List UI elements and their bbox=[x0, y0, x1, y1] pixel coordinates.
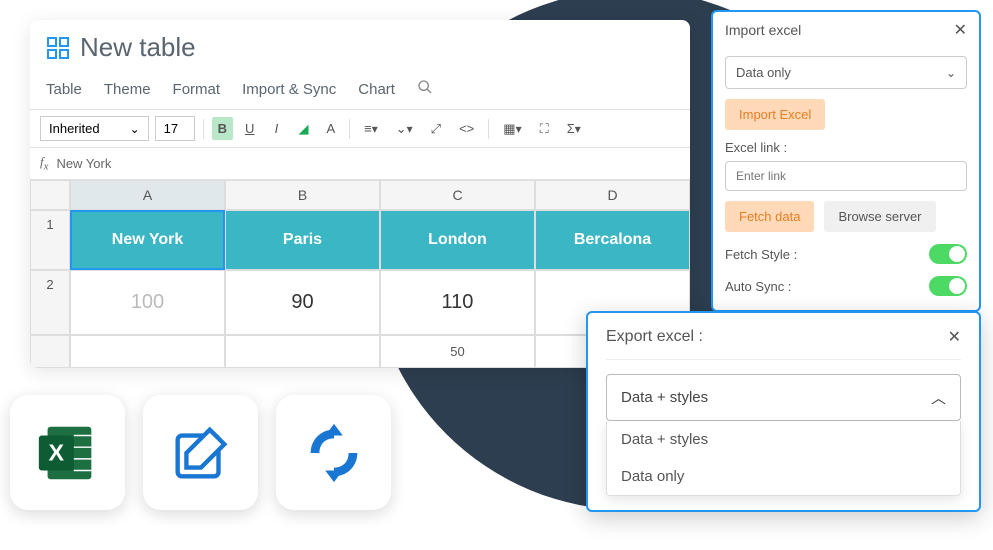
excel-link-input[interactable] bbox=[725, 161, 967, 191]
expand-button[interactable]: ⤢ bbox=[425, 117, 447, 141]
cell-b3[interactable] bbox=[225, 335, 380, 368]
column-header-a[interactable]: A bbox=[70, 180, 225, 210]
export-option-data-only[interactable]: Data only bbox=[607, 458, 960, 495]
menu-theme[interactable]: Theme bbox=[104, 81, 151, 98]
cell-a3[interactable] bbox=[70, 335, 225, 368]
close-icon[interactable]: ✕ bbox=[954, 20, 967, 40]
row-header-2[interactable]: 2 bbox=[30, 270, 70, 335]
column-header-c[interactable]: C bbox=[380, 180, 535, 210]
menu-table[interactable]: Table bbox=[46, 81, 82, 98]
fx-icon: fx bbox=[40, 154, 48, 173]
fullscreen-button[interactable]: ⛶ bbox=[534, 117, 555, 141]
font-size-input[interactable]: 17 bbox=[155, 116, 195, 141]
cell-d1[interactable]: Bercalona bbox=[535, 210, 690, 270]
browse-server-button[interactable]: Browse server bbox=[824, 201, 935, 232]
underline-button[interactable]: U bbox=[239, 117, 260, 140]
import-panel-title: Import excel bbox=[725, 22, 801, 38]
bold-button[interactable]: B bbox=[212, 117, 233, 140]
menu-import-sync[interactable]: Import & Sync bbox=[242, 81, 336, 98]
cell-a2[interactable]: 100 bbox=[70, 270, 225, 335]
excel-icon: X bbox=[10, 395, 125, 510]
auto-sync-label: Auto Sync : bbox=[725, 279, 791, 294]
code-button[interactable]: <> bbox=[453, 117, 480, 140]
excel-link-label: Excel link : bbox=[725, 140, 967, 155]
text-color-button[interactable]: A bbox=[320, 117, 341, 140]
column-header-d[interactable]: D bbox=[535, 180, 690, 210]
export-excel-panel: Export excel : ✕ Data + styles ︿ Data + … bbox=[586, 311, 981, 512]
app-icon bbox=[46, 36, 70, 60]
export-dropdown-list: Data + styles Data only bbox=[606, 421, 961, 496]
export-mode-select[interactable]: Data + styles ︿ bbox=[606, 374, 961, 421]
export-panel-title: Export excel : bbox=[606, 328, 703, 346]
page-title: New table bbox=[80, 32, 196, 63]
formula-input[interactable]: New York bbox=[56, 156, 111, 171]
sync-icon bbox=[276, 395, 391, 510]
fetch-data-button[interactable]: Fetch data bbox=[725, 201, 814, 232]
menu-chart[interactable]: Chart bbox=[358, 81, 395, 98]
titlebar: New table bbox=[30, 20, 690, 75]
row-header-1[interactable]: 1 bbox=[30, 210, 70, 270]
formula-bar: fx New York bbox=[30, 148, 690, 180]
svg-text:X: X bbox=[48, 439, 64, 465]
import-excel-panel: Import excel ✕ Data only⌄ Import Excel E… bbox=[711, 10, 981, 312]
cell-b1[interactable]: Paris bbox=[225, 210, 380, 270]
edit-icon bbox=[143, 395, 258, 510]
column-header-b[interactable]: B bbox=[225, 180, 380, 210]
align-button[interactable]: ≡ ▾ bbox=[358, 117, 384, 140]
cell-c2[interactable]: 110 bbox=[380, 270, 535, 335]
borders-button[interactable]: ▦ ▾ bbox=[497, 117, 527, 141]
italic-button[interactable]: I bbox=[266, 117, 286, 140]
menubar: Table Theme Format Import & Sync Chart bbox=[30, 75, 690, 109]
font-family-select[interactable]: Inherited⌄ bbox=[40, 116, 149, 141]
menu-format[interactable]: Format bbox=[173, 81, 221, 98]
fill-color-button[interactable]: ◢ bbox=[292, 117, 314, 141]
import-excel-button[interactable]: Import Excel bbox=[725, 99, 825, 130]
close-icon[interactable]: ✕ bbox=[948, 327, 961, 347]
cell-a1[interactable]: New York bbox=[70, 210, 225, 270]
grid-corner[interactable] bbox=[30, 180, 70, 210]
valign-button[interactable]: ⌄ ▾ bbox=[390, 117, 419, 141]
cell-c1[interactable]: London bbox=[380, 210, 535, 270]
search-icon[interactable] bbox=[417, 79, 433, 99]
export-option-data-styles[interactable]: Data + styles bbox=[607, 421, 960, 458]
format-toolbar: Inherited⌄ 17 B U I ◢ A ≡ ▾ ⌄ ▾ ⤢ <> ▦ ▾… bbox=[30, 109, 690, 148]
cell-b2[interactable]: 90 bbox=[225, 270, 380, 335]
import-mode-select[interactable]: Data only⌄ bbox=[725, 56, 967, 89]
chevron-up-icon: ︿ bbox=[931, 387, 946, 408]
auto-sync-toggle[interactable] bbox=[929, 276, 967, 296]
sum-button[interactable]: Σ ▾ bbox=[561, 117, 587, 140]
cell-c3[interactable]: 50 bbox=[380, 335, 535, 368]
feature-icons: X bbox=[10, 395, 391, 510]
fetch-style-toggle[interactable] bbox=[929, 244, 967, 264]
fetch-style-label: Fetch Style : bbox=[725, 247, 797, 262]
row-header-3[interactable] bbox=[30, 335, 70, 368]
